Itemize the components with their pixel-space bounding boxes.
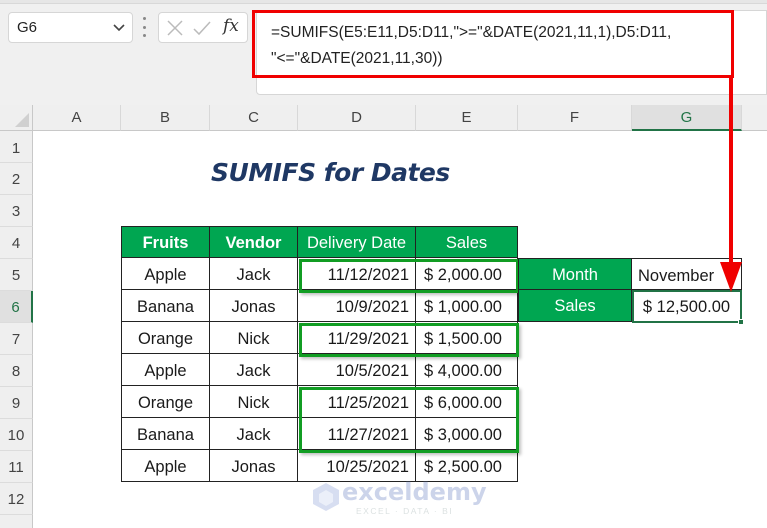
row-header-11[interactable]: 11 (0, 451, 33, 483)
insert-function-icon[interactable]: fx (223, 16, 239, 36)
table-cell[interactable]: Nick (210, 386, 298, 418)
watermark: exceldemy EXCEL · DATA · BI (312, 478, 487, 517)
cancel-icon[interactable] (167, 20, 183, 36)
table-cell[interactable]: Jonas (210, 290, 298, 322)
column-header-h[interactable] (742, 105, 767, 131)
name-box-value: G6 (17, 19, 38, 36)
table-cell[interactable]: $ 1,000.00 (416, 290, 518, 322)
row-header-8[interactable]: 8 (0, 355, 33, 387)
table-cell[interactable]: Jack (210, 418, 298, 450)
chevron-down-icon[interactable] (112, 20, 126, 34)
formula-annotation-box (252, 10, 734, 78)
formula-controls: fx (158, 12, 248, 43)
table-cell[interactable]: Orange (121, 386, 210, 418)
annotation-arrow-line (729, 78, 733, 268)
column-header-e[interactable]: E (416, 105, 518, 131)
table-cell[interactable]: Jack (210, 258, 298, 290)
table-cell[interactable]: Banana (121, 418, 210, 450)
row-header-4[interactable]: 4 (0, 227, 33, 259)
table-cell[interactable]: Nick (210, 322, 298, 354)
column-header-c[interactable]: C (210, 105, 298, 131)
table-cell[interactable]: Banana (121, 290, 210, 322)
table-cell[interactable]: Jonas (210, 450, 298, 482)
ribbon-edge (0, 0, 767, 4)
row-header-10[interactable]: 10 (0, 419, 33, 451)
watermark-name: exceldemy (342, 478, 487, 506)
annotation-arrowhead-icon (720, 262, 742, 292)
table-cell[interactable]: Jack (210, 354, 298, 386)
more-options-icon[interactable] (142, 17, 146, 37)
table-cell[interactable]: Orange (121, 322, 210, 354)
table-cell[interactable]: Apple (121, 354, 210, 386)
row-header-1[interactable]: 1 (0, 131, 33, 163)
exceldemy-logo-icon (313, 483, 339, 511)
row-header-12[interactable]: 12 (0, 483, 33, 515)
november-date-highlight (299, 387, 519, 453)
row-header-5[interactable]: 5 (0, 259, 33, 291)
row-header-13[interactable] (0, 515, 33, 528)
row-header-6[interactable]: 6 (0, 291, 33, 323)
table-header-vendor[interactable]: Vendor (210, 226, 298, 258)
month-label-cell[interactable]: Month (518, 258, 632, 290)
table-cell[interactable]: 10/9/2021 (298, 290, 416, 322)
column-header-a[interactable]: A (33, 105, 121, 131)
table-cell[interactable]: 10/5/2021 (298, 354, 416, 386)
column-header-g[interactable]: G (632, 105, 742, 131)
table-cell[interactable]: $ 4,000.00 (416, 354, 518, 386)
row-header-9[interactable]: 9 (0, 387, 33, 419)
enter-check-icon[interactable] (193, 20, 211, 36)
table-cell[interactable]: Apple (121, 258, 210, 290)
sales-label-cell[interactable]: Sales (518, 290, 632, 322)
row-header-3[interactable]: 3 (0, 195, 33, 227)
table-header-delivery-date[interactable]: Delivery Date (298, 226, 416, 258)
row-header-2[interactable]: 2 (0, 163, 33, 195)
table-header-sales[interactable]: Sales (416, 226, 518, 258)
column-header-d[interactable]: D (298, 105, 416, 131)
november-date-highlight (299, 259, 519, 293)
table-header-fruits[interactable]: Fruits (121, 226, 210, 258)
column-header-f[interactable]: F (518, 105, 632, 131)
fill-handle[interactable] (738, 319, 744, 325)
watermark-tagline: EXCEL · DATA · BI (356, 506, 454, 516)
table-cell[interactable]: Apple (121, 450, 210, 482)
select-all-button[interactable] (0, 105, 33, 131)
row-header-7[interactable]: 7 (0, 323, 33, 355)
november-date-highlight (299, 323, 519, 357)
column-header-b[interactable]: B (121, 105, 210, 131)
sheet-title: SUMIFS for Dates (211, 158, 450, 187)
name-box[interactable]: G6 (8, 12, 133, 43)
active-cell-selection (632, 290, 744, 325)
